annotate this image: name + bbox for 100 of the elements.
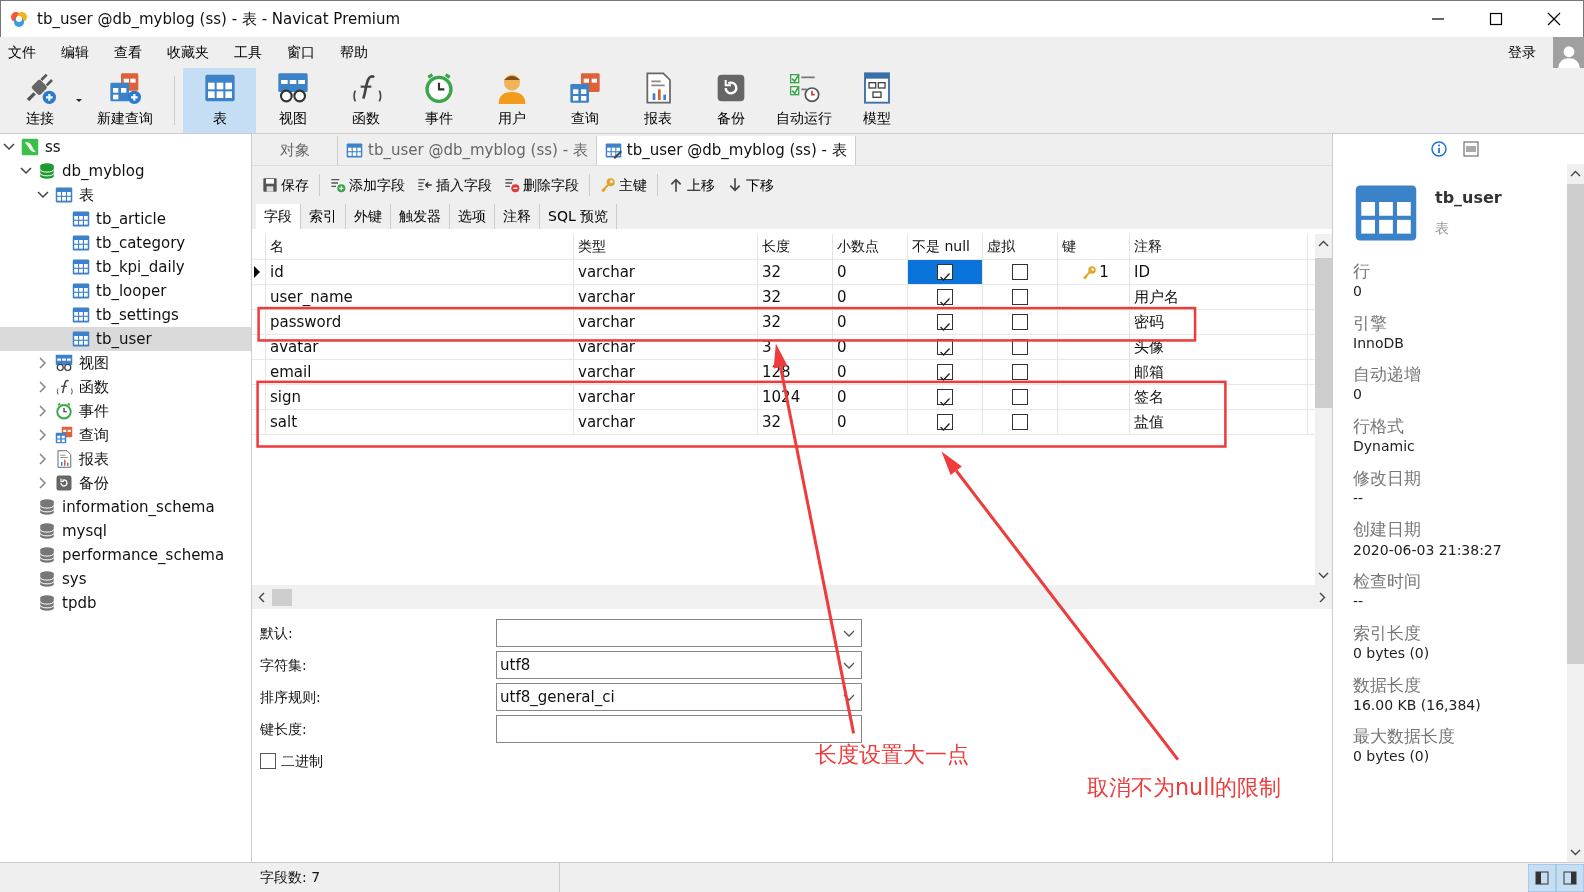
checkbox[interactable] [1012,389,1028,405]
property-value: 0 [1353,282,1363,302]
toolbar-button[interactable]: 查询 [548,68,621,133]
toolbar-button[interactable]: 函数 [329,68,402,133]
column-header[interactable]: 虚拟 [983,234,1058,259]
checkbox[interactable] [1012,289,1028,305]
toolbar-button[interactable]: 自动运行 [767,68,840,133]
toolbar-button[interactable]: 插入字段 [411,174,498,196]
tree-item[interactable]: tb_kpi_daily [0,255,251,279]
tree-item[interactable]: 备份 [0,471,251,495]
tree-item[interactable]: ss [0,135,251,159]
toolbar-button[interactable]: 备份 [694,68,767,133]
scroll-right-icon[interactable] [1318,591,1326,603]
toolbar-button[interactable]: 新建查询 [84,68,166,133]
column-header[interactable]: 键 [1058,234,1130,259]
column-header[interactable]: 注释 [1130,234,1308,259]
tree-item[interactable]: tb_user [0,327,251,351]
tree-item[interactable]: performance_schema [0,543,251,567]
dropdown[interactable]: utf8_general_ci [496,683,862,711]
tree-item[interactable]: tb_looper [0,279,251,303]
document-tab[interactable]: tb_user @db_myblog (ss) - 表 [596,136,856,165]
tree-item[interactable]: mysql [0,519,251,543]
tree-item[interactable]: 函数 [0,375,251,399]
tree-item[interactable]: 表 [0,183,251,207]
tree-item[interactable]: tb_settings [0,303,251,327]
scrollbar-thumb[interactable] [272,588,292,606]
checkbox[interactable] [937,314,953,330]
field-label: 键长度: [260,719,308,739]
checkbox[interactable] [937,264,953,280]
right-panel-toggle-icon[interactable] [1556,863,1584,892]
scroll-down-icon[interactable] [1570,848,1581,856]
toolbar-button[interactable]: 用户 [475,68,548,133]
dropdown-caret-icon[interactable] [76,99,82,102]
scrollbar[interactable] [252,585,1332,609]
scrollbar-thumb[interactable] [1567,184,1584,664]
checkbox[interactable] [260,753,276,769]
checkbox[interactable] [937,364,953,380]
toolbar-button[interactable]: 报表 [621,68,694,133]
table-cell: id [266,260,574,284]
checkbox[interactable] [937,414,953,430]
checkbox[interactable] [1012,414,1028,430]
maximize-icon [1488,11,1504,27]
checkbox[interactable] [937,289,953,305]
toolbar-button[interactable]: 连接 [6,68,74,133]
menu-item[interactable]: 收藏夹 [159,42,226,63]
scroll-down-icon[interactable] [1318,571,1329,579]
table-cell: varchar [574,260,758,284]
menu-item[interactable]: 工具 [226,42,279,63]
toolbar-button[interactable]: 模型 [840,68,913,133]
tree-item[interactable]: db_myblog [0,159,251,183]
toolbar-button[interactable]: 事件 [402,68,475,133]
scroll-left-icon[interactable] [258,591,266,603]
scrollbar[interactable] [1567,164,1584,862]
checkbox[interactable] [1012,314,1028,330]
dropdown[interactable] [496,619,862,647]
toolbar-button[interactable]: 保存 [256,174,315,196]
checkbox[interactable] [1012,264,1028,280]
tree-item[interactable]: 事件 [0,399,251,423]
avatar-icon[interactable] [1553,37,1584,68]
scrollbar[interactable] [1315,234,1332,585]
tree-item[interactable]: 视图 [0,351,251,375]
tab[interactable]: 字段 [256,204,301,229]
toolbar-button[interactable]: 视图 [256,68,329,133]
scroll-up-icon[interactable] [1318,240,1329,248]
left-panel-toggle-icon[interactable] [1528,863,1556,892]
menu-item[interactable]: 编辑 [53,42,106,63]
menu-item[interactable]: 文件 [0,42,53,63]
column-header[interactable]: 不是 null [908,234,983,259]
input-field[interactable] [496,715,862,743]
tree-item[interactable]: 查询 [0,423,251,447]
database-icon [38,162,56,180]
scrollbar-thumb[interactable] [1315,258,1332,408]
column-header[interactable]: 类型 [574,234,758,259]
column-header[interactable]: 小数点 [833,234,908,259]
scroll-up-icon[interactable] [1570,170,1581,178]
column-header[interactable]: 名 [266,234,574,259]
property-value: -- [1353,488,1365,508]
toolbar-button[interactable]: 上移 [662,174,721,196]
checkbox[interactable] [1012,364,1028,380]
tree-item[interactable]: 报表 [0,447,251,471]
column-header[interactable]: 长度 [758,234,833,259]
tree-item[interactable]: tb_article [0,207,251,231]
toolbar-button[interactable]: 删除字段 [498,174,585,196]
toolbar-button[interactable]: 下移 [721,174,780,196]
tree-item[interactable]: tb_category [0,231,251,255]
checkbox[interactable] [937,389,953,405]
menu-item[interactable]: 窗口 [279,42,332,63]
info-icon[interactable] [1431,141,1447,157]
login-link[interactable]: 登录 [1500,42,1553,63]
dropdown[interactable]: utf8 [496,651,862,679]
tree-item[interactable]: tpdb [0,591,251,615]
delete-field-icon [504,177,520,193]
toolbar-button[interactable]: 添加字段 [324,174,411,196]
menu-item[interactable]: 帮助 [332,42,385,63]
table-cell: email [266,360,574,384]
toolbar-button[interactable]: 主键 [594,174,653,196]
toolbar-button[interactable]: 表 [183,68,256,133]
tree-item[interactable]: information_schema [0,495,251,519]
tree-item[interactable]: sys [0,567,251,591]
menu-item[interactable]: 查看 [106,42,159,63]
